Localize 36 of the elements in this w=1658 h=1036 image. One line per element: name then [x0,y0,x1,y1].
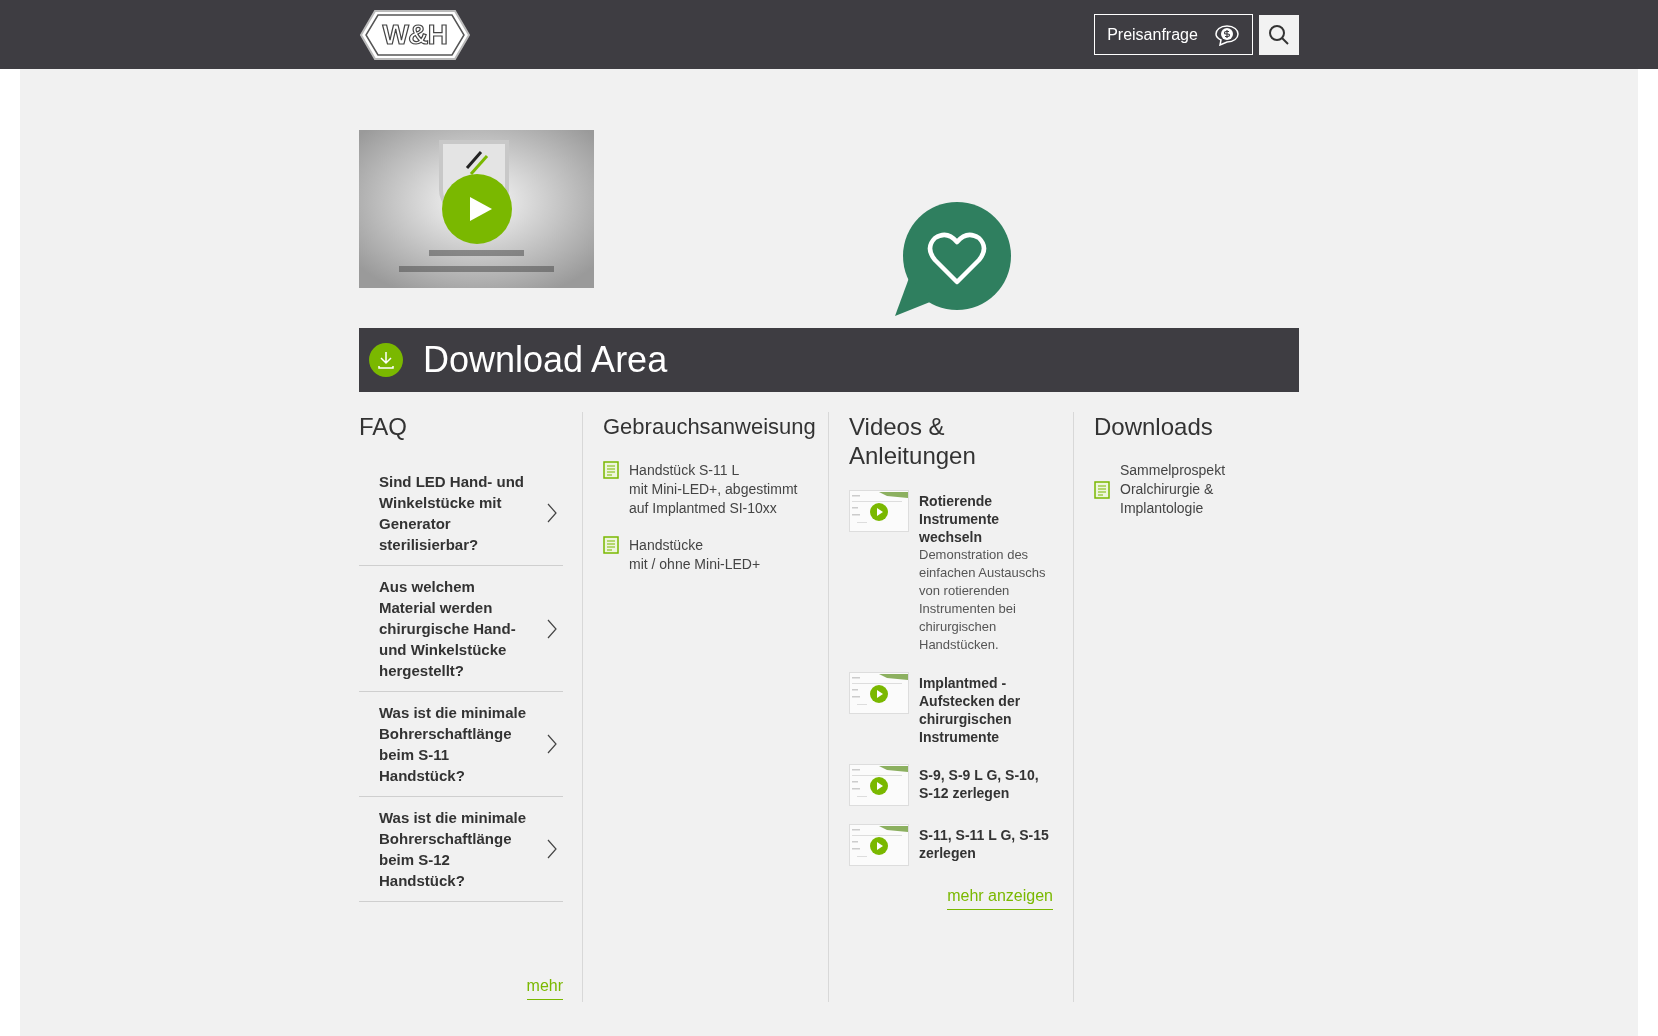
faq-item[interactable]: Was ist die minimale Bohrerschaftlänge beim S-11 Handstück? [359,692,563,797]
search-icon [1268,23,1290,46]
play-icon[interactable] [870,837,888,855]
faq-item[interactable]: Was ist die minimale Bohrerschaftlänge beim S-12 Handstück? [359,797,563,902]
document-link[interactable]: Handstück S-11 L mit Mini-LED+, abgestimmt auf Implantmed SI-10xx [629,461,798,518]
section-title: Download Area [423,338,668,382]
column-heading: Downloads [1094,412,1214,441]
document-link[interactable]: Sammelprospekt Oralchirurgie & Implantologie [1120,461,1226,518]
play-button-icon[interactable] [442,174,512,244]
document-icon [603,536,619,554]
column-heading: Gebrauchsanweisung [603,413,816,441]
price-request-button[interactable]: Preisanfrage [1094,14,1253,55]
video-title-link[interactable]: Rotierende Instrumente wechseln [919,492,1053,546]
video-title-link[interactable]: S-11, S-11 L G, S-15 zerlegen [919,826,1053,862]
document-icon [1094,480,1110,499]
column-heading: Videos & Anleitungen [849,412,977,470]
faq-item[interactable]: Sind LED Hand- und Winkelstücke mit Generator sterilisierbar? [359,461,563,566]
video-title-link[interactable]: S-9, S-9 L G, S-10, S-12 zerlegen [919,766,1053,802]
chevron-right-icon [547,734,557,754]
search-button[interactable] [1259,14,1299,55]
chevron-right-icon [547,839,557,859]
download-icon [369,343,403,377]
dollar-speech-icon [1213,23,1240,46]
video-title-link[interactable]: Implantmed - Aufstecken der chirurgischen Instrumente [919,674,1053,746]
faq-item[interactable]: Aus welchem Material werden chirurgische Hand- und Winkelstücke hergestellt? [359,566,563,692]
chevron-right-icon [547,618,557,639]
document-link[interactable]: Handstücke mit / ohne Mini-LED+ [629,536,761,574]
play-icon[interactable] [870,685,888,703]
logo[interactable]: W&H [359,8,471,61]
video-description: Demonstration des einfachen Austauschs von rotierenden Instrumenten bei chirurgischen Handstücken. [919,546,1047,654]
play-icon[interactable] [870,503,888,521]
chevron-right-icon [547,503,557,523]
column-heading: FAQ [359,412,408,441]
heart-chat-icon[interactable] [895,202,1011,316]
play-icon[interactable] [870,777,888,795]
document-icon [603,461,619,479]
